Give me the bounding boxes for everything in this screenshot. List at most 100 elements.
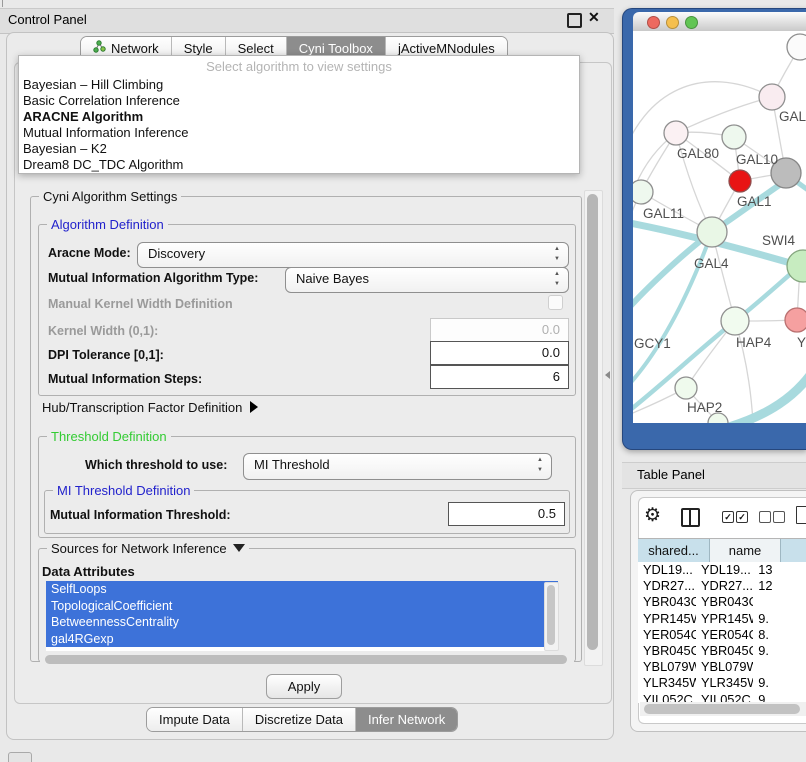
- table-header-row: shared...nameA: [638, 538, 806, 563]
- table-row[interactable]: YDL19...YDL19...13: [638, 562, 806, 578]
- column-header-name[interactable]: name: [710, 539, 781, 562]
- algorithm-definition-title: Algorithm Definition: [47, 217, 168, 232]
- network-window-titlebar[interactable]: [633, 12, 806, 32]
- node-label-gal1: GAL1: [737, 194, 772, 209]
- node-gal80[interactable]: [664, 121, 688, 145]
- algorithm-option[interactable]: Basic Correlation Inference: [19, 93, 579, 109]
- aracne-mode-select[interactable]: Discovery ▲▼: [137, 242, 569, 268]
- threshold-definition-title: Threshold Definition: [47, 429, 171, 444]
- mi-threshold-field[interactable]: 0.5: [448, 502, 565, 526]
- settings-gear-icon[interactable]: ⚙: [644, 506, 661, 525]
- mi-type-select[interactable]: Naive Bayes ▲▼: [285, 267, 569, 293]
- node-gal11[interactable]: [633, 180, 653, 204]
- sources-group-title[interactable]: Sources for Network Inference: [47, 541, 249, 556]
- attribute-list-item[interactable]: TopologicalCoefficient: [46, 598, 558, 615]
- table-horizontal-scrollbar[interactable]: [640, 702, 806, 716]
- node-label-hap2: HAP2: [687, 400, 722, 415]
- attribute-list-item[interactable]: gal4RGexp: [46, 631, 558, 648]
- table-cell: [753, 594, 806, 610]
- dpi-tolerance-label: DPI Tolerance [0,1]:: [48, 348, 164, 362]
- table-cell: YLR345W: [696, 675, 753, 691]
- close-traffic-light[interactable]: [647, 16, 660, 29]
- mi-threshold-group-title: MI Threshold Definition: [53, 483, 194, 498]
- zoom-traffic-light[interactable]: [685, 16, 698, 29]
- table-body: YDL19...YDL19...13YDR27...YDR27...12YBR0…: [638, 562, 806, 703]
- float-window-icon[interactable]: [567, 13, 582, 28]
- table-cell: 8.: [753, 627, 806, 643]
- node-hap2[interactable]: [675, 377, 697, 399]
- settings-vertical-scrollbar[interactable]: [584, 190, 603, 666]
- table-row[interactable]: YBL079WYBL079W: [638, 659, 806, 675]
- table-cell: YBR043C: [696, 594, 753, 610]
- apply-button[interactable]: Apply: [266, 674, 342, 699]
- table-horizontal-scrollbar-thumb[interactable]: [644, 704, 800, 714]
- algorithm-option[interactable]: Bayesian – Hill Climbing: [19, 77, 579, 93]
- tab-discretize-data[interactable]: Discretize Data: [243, 708, 356, 731]
- mi-steps-field[interactable]: 6: [430, 365, 569, 389]
- attribute-list-item[interactable]: SelfLoops: [46, 581, 558, 598]
- hub-definition-toggle[interactable]: Hub/Transcription Factor Definition: [42, 400, 258, 415]
- deselect-all-checkboxes-icon[interactable]: [773, 511, 785, 523]
- partial-toolbar-icon[interactable]: [8, 752, 32, 762]
- node-top[interactable]: [787, 34, 806, 60]
- attributes-vertical-scrollbar[interactable]: [544, 582, 559, 651]
- node-gal4[interactable]: [697, 217, 727, 247]
- tab-impute-data[interactable]: Impute Data: [147, 708, 243, 731]
- table-cell: 13: [753, 562, 806, 578]
- new-document-icon[interactable]: [796, 506, 806, 524]
- select-all-checkboxes-icon[interactable]: ✓: [722, 511, 734, 523]
- dpi-tolerance-field[interactable]: 0.0: [430, 341, 569, 365]
- node-label-gal10: GAL10: [736, 152, 778, 167]
- cyni-toolbox-tabbar: Impute Data Discretize Data Infer Network: [146, 707, 458, 732]
- attributes-horizontal-scrollbar-thumb[interactable]: [45, 655, 567, 664]
- application-root: Control Panel ✕ NetworkStyleSelectCyni T…: [0, 0, 806, 762]
- mi-threshold-label: Mutual Information Threshold:: [50, 508, 231, 522]
- tab-label: Infer Network: [368, 708, 445, 731]
- which-threshold-select[interactable]: MI Threshold ▲▼: [243, 453, 552, 480]
- manual-kernel-checkbox[interactable]: [548, 295, 563, 310]
- which-threshold-label: Which threshold to use:: [85, 458, 227, 472]
- node-salmon[interactable]: [785, 308, 806, 332]
- network-edge[interactable]: [676, 97, 772, 133]
- table-cell: YER054C: [696, 627, 753, 643]
- close-icon[interactable]: ✕: [588, 9, 600, 26]
- kernel-width-field[interactable]: 0.0: [430, 318, 569, 342]
- algorithm-dropdown-hint: Select algorithm to view settings: [19, 56, 579, 77]
- attributes-vertical-scrollbar-thumb[interactable]: [547, 585, 555, 645]
- combo-spinner-icon: ▲▼: [537, 455, 543, 475]
- column-header-A[interactable]: A: [781, 539, 806, 562]
- algorithm-option[interactable]: ARACNE Algorithm: [19, 109, 579, 125]
- table-row[interactable]: YER054CYER054C8.: [638, 627, 806, 643]
- table-row[interactable]: YLR345WYLR345W9.: [638, 675, 806, 691]
- table-row[interactable]: YBR045CYBR045C9.: [638, 643, 806, 659]
- network-edge-highlighted[interactable]: [729, 371, 806, 423]
- table-row[interactable]: YPR145WYPR145W9.: [638, 611, 806, 627]
- table-cell: YDR27...: [638, 578, 696, 594]
- splitter-collapse-icon[interactable]: [605, 371, 610, 379]
- node-gal10[interactable]: [722, 125, 746, 149]
- node-label-gal11: GAL11: [643, 206, 684, 221]
- select-all-checkboxes-icon[interactable]: ✓: [736, 511, 748, 523]
- collapse-down-icon: [233, 544, 245, 552]
- node-gal1-red[interactable]: [729, 170, 751, 192]
- node-label-gal4: GAL4: [694, 256, 729, 271]
- attributes-horizontal-scrollbar[interactable]: [40, 653, 574, 667]
- table-row[interactable]: YBR043CYBR043C: [638, 594, 806, 610]
- algorithm-option[interactable]: Mutual Information Inference: [19, 125, 579, 141]
- settings-vertical-scrollbar-thumb[interactable]: [587, 194, 598, 650]
- expand-right-icon: [250, 401, 258, 413]
- network-view-canvas[interactable]: GAL7GAL80GAL10GAL1GAL11GAL4SWI4GCY1HAP4Y…: [633, 31, 806, 423]
- column-header-shared[interactable]: shared...: [638, 539, 710, 562]
- tab-infer-network[interactable]: Infer Network: [356, 708, 457, 731]
- deselect-all-checkboxes-icon[interactable]: [759, 511, 771, 523]
- algorithm-option[interactable]: Bayesian – K2: [19, 141, 579, 157]
- attribute-list-item[interactable]: BetweennessCentrality: [46, 614, 558, 631]
- node-hap4[interactable]: [721, 307, 749, 335]
- node-gal7[interactable]: [759, 84, 785, 110]
- algorithm-option[interactable]: Dream8 DC_TDC Algorithm: [19, 157, 579, 173]
- split-columns-icon[interactable]: [681, 508, 700, 527]
- tab-label: Discretize Data: [255, 708, 343, 731]
- mi-steps-label: Mutual Information Steps:: [48, 372, 202, 386]
- minimize-traffic-light[interactable]: [666, 16, 679, 29]
- table-row[interactable]: YDR27...YDR27...12: [638, 578, 806, 594]
